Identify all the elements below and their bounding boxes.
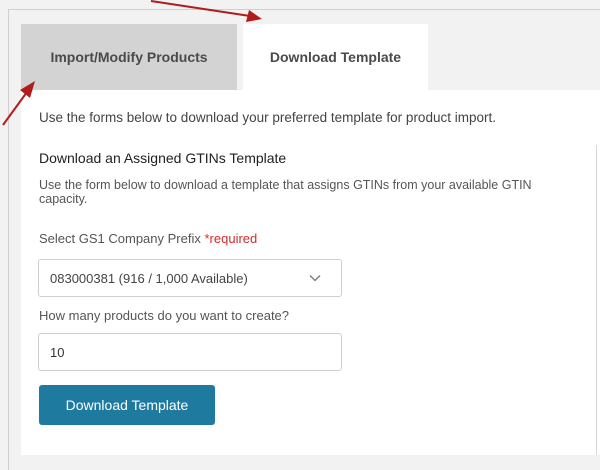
quantity-input[interactable] xyxy=(38,333,342,371)
tab-label: Download Template xyxy=(269,49,402,65)
chevron-down-icon xyxy=(309,275,321,282)
section-description: Use the form below to download a templat… xyxy=(39,178,532,206)
download-template-button[interactable]: Download Template xyxy=(39,385,215,425)
company-prefix-select[interactable]: 083000381 (916 / 1,000 Available) xyxy=(38,259,342,297)
intro-text: Use the forms below to download your pre… xyxy=(39,110,496,125)
annotation-arrow-icon xyxy=(150,0,262,22)
annotation-arrow-icon xyxy=(2,81,35,126)
select-value: 083000381 (916 / 1,000 Available) xyxy=(50,270,248,286)
section-title: Download an Assigned GTINs Template xyxy=(39,150,287,166)
required-marker: *required xyxy=(204,231,258,246)
quantity-label: How many products do you want to create? xyxy=(39,308,290,323)
tab-label: Import/Modify Products xyxy=(50,49,208,65)
prefix-label: Select GS1 Company Prefix *required xyxy=(39,231,257,246)
prefix-label-text: Select GS1 Company Prefix xyxy=(39,231,201,246)
tab-download-template[interactable]: Download Template xyxy=(243,24,428,90)
panel-divider xyxy=(596,145,597,455)
tab-import-modify-products[interactable]: Import/Modify Products xyxy=(21,24,237,90)
